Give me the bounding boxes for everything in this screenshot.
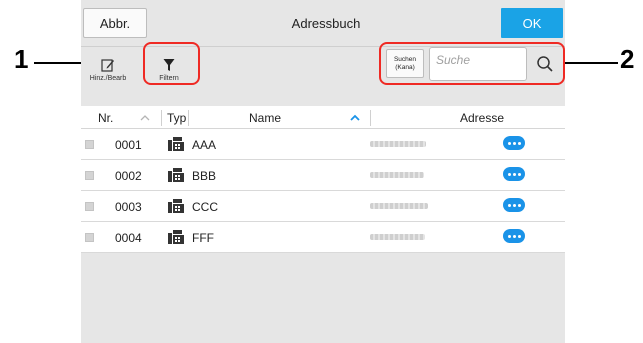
- title-bar: Abbr. Adressbuch OK: [81, 0, 565, 46]
- search-highlight-frame: [379, 42, 565, 85]
- sort-up-icon: [140, 115, 150, 121]
- column-header-name[interactable]: Name: [249, 106, 281, 129]
- row-address-redacted: [370, 141, 426, 147]
- address-table: Nr. Typ Name Adresse 0001 AAA 0002 BBB 0…: [81, 106, 565, 253]
- row-address-redacted: [370, 172, 424, 178]
- row-name: BBB: [192, 168, 217, 183]
- add-edit-button[interactable]: Hinz./Bearb: [84, 54, 132, 92]
- more-button[interactable]: [503, 136, 525, 150]
- page-title: Adressbuch: [291, 15, 361, 31]
- table-header: Nr. Typ Name Adresse: [81, 106, 565, 129]
- column-header-address[interactable]: Adresse: [460, 106, 504, 129]
- row-checkbox[interactable]: [85, 140, 94, 149]
- fax-icon: [168, 137, 184, 151]
- address-book-panel: Abbr. Adressbuch OK Hinz./Bearb Filtern …: [81, 0, 565, 343]
- column-separator: [188, 110, 189, 126]
- sort-active-icon: [350, 114, 360, 121]
- row-number: 0002: [115, 168, 142, 183]
- table-row[interactable]: 0001 AAA: [81, 129, 565, 160]
- column-separator: [370, 110, 371, 126]
- add-edit-label: Hinz./Bearb: [89, 75, 127, 82]
- row-name: CCC: [192, 199, 218, 214]
- fax-icon: [168, 168, 184, 182]
- fax-icon: [168, 199, 184, 213]
- callout-number-1: 1: [14, 44, 29, 74]
- column-header-typ[interactable]: Typ: [167, 106, 186, 129]
- edit-icon: [101, 54, 115, 72]
- more-button[interactable]: [503, 167, 525, 181]
- callout-line-2: [556, 62, 618, 64]
- row-number: 0001: [115, 137, 142, 152]
- table-row[interactable]: 0004 FFF: [81, 222, 565, 253]
- row-name: AAA: [192, 137, 217, 152]
- row-checkbox[interactable]: [85, 233, 94, 242]
- row-number: 0003: [115, 199, 142, 214]
- cancel-button[interactable]: Abbr.: [83, 8, 147, 38]
- row-address-redacted: [370, 203, 428, 209]
- filter-highlight-frame: [143, 42, 200, 85]
- more-button[interactable]: [503, 229, 525, 243]
- column-header-nr[interactable]: Nr.: [98, 106, 113, 129]
- row-address-redacted: [370, 234, 425, 240]
- row-checkbox[interactable]: [85, 202, 94, 211]
- fax-icon: [168, 230, 184, 244]
- table-row[interactable]: 0003 CCC: [81, 191, 565, 222]
- column-separator: [161, 110, 162, 126]
- callout-number-2: 2: [620, 44, 635, 74]
- table-row[interactable]: 0002 BBB: [81, 160, 565, 191]
- row-name: FFF: [192, 230, 214, 245]
- row-checkbox[interactable]: [85, 171, 94, 180]
- row-number: 0004: [115, 230, 142, 245]
- more-button[interactable]: [503, 198, 525, 212]
- ok-button[interactable]: OK: [501, 8, 563, 38]
